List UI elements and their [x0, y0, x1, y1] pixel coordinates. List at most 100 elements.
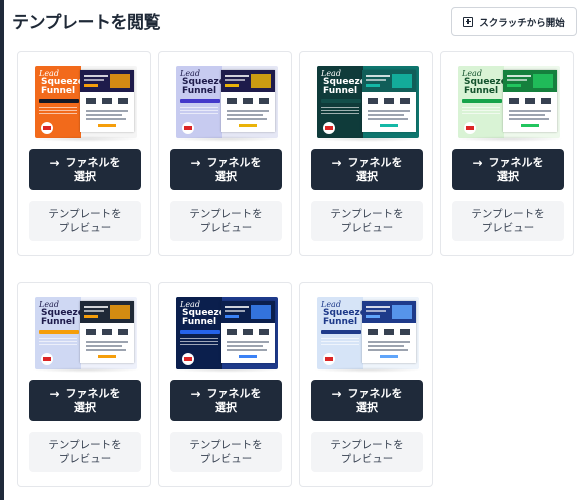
thumbnail-tag — [180, 99, 220, 103]
thumbnail-logo-icon — [323, 353, 335, 365]
thumbnail-headline-2: Funnel — [323, 86, 358, 96]
template-card: Lead Squeeze Funnel → ファネルを 選択 テンプレートを プ… — [440, 51, 574, 256]
left-nav-rail — [0, 0, 4, 500]
select-funnel-label-1: ファネルを — [65, 386, 121, 400]
select-funnel-label-1: ファネルを — [65, 155, 121, 169]
select-funnel-button[interactable]: → ファネルを 選択 — [311, 149, 423, 190]
thumbnail-logo-icon — [182, 353, 194, 365]
arrow-right-icon: → — [49, 386, 60, 401]
thumbnail-page-preview — [362, 301, 416, 363]
thumbnail-tag — [462, 99, 502, 103]
thumbnail-page-preview — [362, 70, 416, 132]
thumbnail-headline-2: Funnel — [41, 317, 76, 327]
preview-template-label-1: テンプレートを — [471, 208, 545, 220]
template-thumbnail: Lead Squeeze Funnel — [317, 66, 419, 138]
thumbnail-text-lines — [321, 107, 359, 116]
template-thumbnail: Lead Squeeze Funnel — [458, 66, 560, 138]
select-funnel-label-2: 選択 — [215, 400, 237, 414]
template-card: Lead Squeeze Funnel → ファネルを 選択 テンプレートを プ… — [17, 282, 151, 487]
preview-template-button[interactable]: テンプレートを プレビュー — [452, 201, 564, 241]
preview-template-label-2: プレビュー — [340, 453, 394, 465]
arrow-right-icon: → — [190, 155, 201, 170]
preview-template-label-2: プレビュー — [481, 222, 535, 234]
thumbnail-headline-2: Funnel — [182, 317, 217, 327]
template-thumbnail: Lead Squeeze Funnel — [176, 297, 278, 369]
thumbnail-text-lines — [39, 107, 77, 116]
start-from-scratch-label: スクラッチから開始 — [479, 17, 565, 29]
preview-template-button[interactable]: テンプレートを プレビュー — [311, 201, 423, 241]
arrow-right-icon: → — [331, 155, 342, 170]
template-card: Lead Squeeze Funnel → ファネルを 選択 テンプレートを プ… — [299, 51, 433, 256]
template-card: Lead Squeeze Funnel → ファネルを 選択 テンプレートを プ… — [17, 51, 151, 256]
preview-template-button[interactable]: テンプレートを プレビュー — [170, 432, 282, 472]
template-thumbnail: Lead Squeeze Funnel — [35, 66, 137, 138]
thumbnail-text-lines — [180, 107, 218, 116]
template-card: Lead Squeeze Funnel → ファネルを 選択 テンプレートを プ… — [158, 51, 292, 256]
template-thumbnail: Lead Squeeze Funnel — [317, 297, 419, 369]
select-funnel-label-2: 選択 — [356, 400, 378, 414]
thumbnail-page-preview — [80, 301, 134, 363]
thumbnail-tag — [321, 330, 361, 334]
select-funnel-label-1: ファネルを — [347, 155, 403, 169]
select-funnel-label-1: ファネルを — [206, 386, 262, 400]
thumbnail-logo-icon — [41, 353, 53, 365]
select-funnel-button[interactable]: → ファネルを 選択 — [170, 380, 282, 421]
select-funnel-label-2: 選択 — [356, 169, 378, 183]
preview-template-label-1: テンプレートを — [48, 439, 122, 451]
thumbnail-logo-icon — [182, 122, 194, 134]
preview-template-button[interactable]: テンプレートを プレビュー — [170, 201, 282, 241]
template-thumbnail: Lead Squeeze Funnel — [35, 297, 137, 369]
template-card: Lead Squeeze Funnel → ファネルを 選択 テンプレートを プ… — [158, 282, 292, 487]
arrow-right-icon: → — [190, 386, 201, 401]
preview-template-button[interactable]: テンプレートを プレビュー — [311, 432, 423, 472]
preview-template-label-2: プレビュー — [199, 222, 253, 234]
thumbnail-page-preview — [80, 70, 134, 132]
thumbnail-logo-icon — [323, 122, 335, 134]
arrow-right-icon: → — [331, 386, 342, 401]
preview-template-label-2: プレビュー — [340, 222, 394, 234]
template-thumbnail: Lead Squeeze Funnel — [176, 66, 278, 138]
thumbnail-page-preview — [503, 70, 557, 132]
thumbnail-tag — [39, 330, 79, 334]
select-funnel-label-2: 選択 — [74, 169, 96, 183]
start-from-scratch-button[interactable]: スクラッチから開始 — [451, 7, 577, 36]
select-funnel-button[interactable]: → ファネルを 選択 — [452, 149, 564, 190]
preview-template-button[interactable]: テンプレートを プレビュー — [29, 432, 141, 472]
select-funnel-button[interactable]: → ファネルを 選択 — [29, 149, 141, 190]
select-funnel-button[interactable]: → ファネルを 選択 — [311, 380, 423, 421]
preview-template-label-1: テンプレートを — [189, 208, 263, 220]
preview-template-button[interactable]: テンプレートを プレビュー — [29, 201, 141, 241]
select-funnel-label-1: ファネルを — [347, 386, 403, 400]
thumbnail-headline-2: Funnel — [323, 317, 358, 327]
thumbnail-logo-icon — [41, 122, 53, 134]
select-funnel-button[interactable]: → ファネルを 選択 — [170, 149, 282, 190]
thumbnail-text-lines — [39, 338, 77, 347]
thumbnail-tag — [321, 99, 361, 103]
page-title: テンプレートを閲覧 — [12, 13, 161, 33]
preview-template-label-2: プレビュー — [58, 453, 112, 465]
preview-template-label-1: テンプレートを — [189, 439, 263, 451]
thumbnail-headline-2: Funnel — [182, 86, 217, 96]
select-funnel-button[interactable]: → ファネルを 選択 — [29, 380, 141, 421]
thumbnail-text-lines — [180, 338, 218, 347]
thumbnail-text-lines — [321, 338, 359, 347]
preview-template-label-2: プレビュー — [199, 453, 253, 465]
thumbnail-headline-2: Funnel — [41, 86, 76, 96]
plus-square-icon — [463, 16, 474, 27]
select-funnel-label-1: ファネルを — [488, 155, 544, 169]
thumbnail-page-preview — [221, 70, 275, 132]
select-funnel-label-2: 選択 — [74, 400, 96, 414]
select-funnel-label-2: 選択 — [497, 169, 519, 183]
arrow-right-icon: → — [49, 155, 60, 170]
thumbnail-logo-icon — [464, 122, 476, 134]
arrow-right-icon: → — [472, 155, 483, 170]
preview-template-label-1: テンプレートを — [330, 439, 404, 451]
preview-template-label-1: テンプレートを — [48, 208, 122, 220]
thumbnail-page-preview — [221, 301, 275, 363]
preview-template-label-1: テンプレートを — [330, 208, 404, 220]
select-funnel-label-2: 選択 — [215, 169, 237, 183]
template-card: Lead Squeeze Funnel → ファネルを 選択 テンプレートを プ… — [299, 282, 433, 487]
select-funnel-label-1: ファネルを — [206, 155, 262, 169]
thumbnail-headline-2: Funnel — [464, 86, 499, 96]
preview-template-label-2: プレビュー — [58, 222, 112, 234]
